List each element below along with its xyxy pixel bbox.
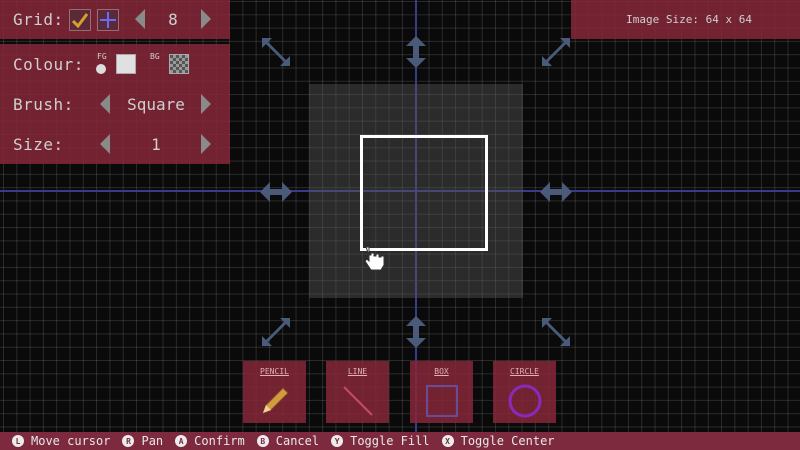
hint-label: Toggle Center xyxy=(460,434,555,448)
hint-move-cursor: L Move cursor xyxy=(12,434,110,448)
a-button-icon: A xyxy=(175,435,188,447)
resize-diagonal-ne-icon[interactable] xyxy=(538,34,574,70)
resize-horizontal-right-icon[interactable] xyxy=(538,174,574,210)
image-size-panel: Image Size: 64 x 64 xyxy=(571,0,800,39)
colour-label: Colour: xyxy=(13,55,84,74)
box-selection xyxy=(360,135,488,251)
resize-horizontal-left-icon[interactable] xyxy=(258,174,294,210)
hint-pan: R Pan xyxy=(122,434,163,448)
resize-diagonal-se-icon[interactable] xyxy=(538,314,574,350)
image-size-text: Image Size: 64 x 64 xyxy=(626,13,752,26)
r-stick-icon: R xyxy=(122,435,135,447)
hint-cancel: B Cancel xyxy=(256,434,320,448)
size-label: Size: xyxy=(13,135,64,154)
hint-toggle-fill: Y Toggle Fill xyxy=(331,434,430,448)
resize-vertical-top-icon[interactable] xyxy=(398,34,434,70)
size-increase-arrow[interactable] xyxy=(201,134,211,154)
fg-label: FG xyxy=(97,52,107,61)
tool-box-button[interactable]: BOX xyxy=(410,361,473,423)
fg-button-icon xyxy=(96,64,106,74)
hint-label: Pan xyxy=(141,434,164,448)
circle-icon xyxy=(508,384,542,418)
checkmark-icon[interactable] xyxy=(69,9,91,31)
tool-circle-button[interactable]: CIRCLE xyxy=(493,361,556,423)
brush-next-arrow[interactable] xyxy=(201,94,211,114)
fg-colour-swatch[interactable] xyxy=(116,54,136,74)
size-decrease-arrow[interactable] xyxy=(100,134,110,154)
tool-pencil-button[interactable]: PENCIL xyxy=(243,361,306,423)
box-icon xyxy=(426,385,458,417)
bg-label: BG xyxy=(150,52,160,61)
tool-name: LINE xyxy=(347,367,368,376)
tool-name: BOX xyxy=(434,367,449,376)
grid-increase-arrow[interactable] xyxy=(201,9,211,29)
resize-diagonal-sw-icon[interactable] xyxy=(258,314,294,350)
hint-label: Cancel xyxy=(275,434,320,448)
grid-icon[interactable] xyxy=(97,9,119,31)
pencil-icon xyxy=(262,387,289,414)
grid-decrease-arrow[interactable] xyxy=(135,9,145,29)
resize-vertical-bottom-icon[interactable] xyxy=(398,314,434,350)
hand-cursor-icon xyxy=(364,246,385,271)
hint-confirm: A Confirm xyxy=(175,434,245,448)
b-button-icon: B xyxy=(256,435,269,447)
brush-value: Square xyxy=(127,95,185,114)
hint-label: Move cursor xyxy=(31,434,111,448)
tool-name: PENCIL xyxy=(260,367,289,376)
y-button-icon: Y xyxy=(331,435,344,447)
tool-line-button[interactable]: LINE xyxy=(326,361,389,423)
controls-hint-bar: L Move cursor R Pan A Confirm B Cancel Y… xyxy=(0,432,800,450)
hint-label: Confirm xyxy=(194,434,245,448)
x-button-icon: X xyxy=(441,435,454,447)
grid-settings-panel: Grid: 8 xyxy=(0,0,230,39)
l-stick-icon: L xyxy=(12,435,24,447)
bg-colour-swatch[interactable] xyxy=(169,54,189,74)
tool-name: CIRCLE xyxy=(510,367,539,376)
brush-prev-arrow[interactable] xyxy=(100,94,110,114)
brush-label: Brush: xyxy=(13,95,74,114)
size-value: 1 xyxy=(151,135,161,154)
line-icon xyxy=(343,386,373,416)
grid-size-value: 8 xyxy=(168,10,178,29)
resize-diagonal-nw-icon[interactable] xyxy=(258,34,294,70)
brush-settings-panel: Colour: FG BG Brush: Square Size: 1 xyxy=(0,44,230,164)
grid-label: Grid: xyxy=(13,10,64,29)
hint-toggle-center: X Toggle Center xyxy=(441,434,555,448)
hint-label: Toggle Fill xyxy=(350,434,430,448)
